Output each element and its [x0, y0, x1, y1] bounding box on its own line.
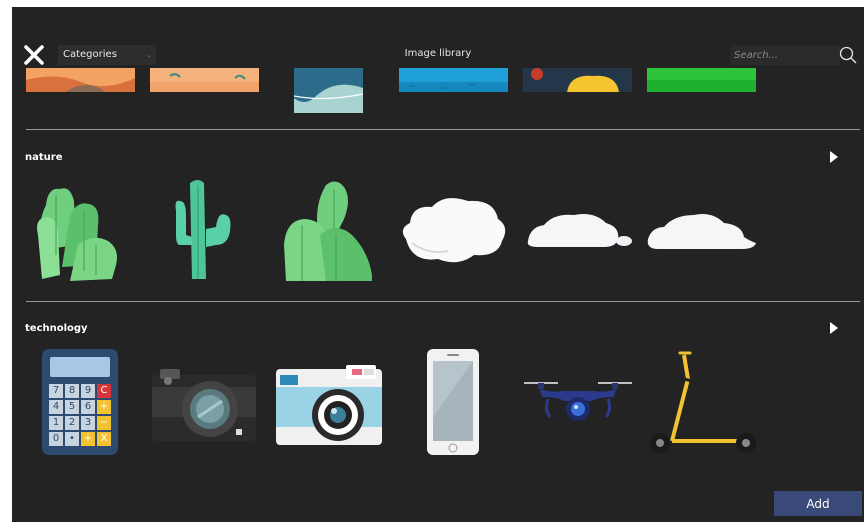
background-thumbnail-beach[interactable] — [150, 68, 259, 92]
nature-item-prickly-cactus[interactable] — [276, 175, 384, 283]
calculator-key: 3 — [81, 416, 95, 430]
nature-item-cloud-large[interactable] — [398, 189, 508, 269]
calculator-key: 1 — [49, 416, 63, 430]
calculator-key: 7 — [49, 384, 63, 398]
search-icon[interactable] — [838, 45, 858, 65]
calculator-key: + — [97, 400, 111, 414]
background-thumbnail-desert-sunset[interactable] — [26, 68, 135, 92]
section-title-nature: nature — [25, 152, 63, 163]
background-thumbnail-sea[interactable] — [399, 68, 508, 92]
calculator-key: + — [81, 432, 95, 446]
calculator-key: 4 — [49, 400, 63, 414]
add-button[interactable]: Add — [774, 491, 862, 516]
calculator-key: 0 — [49, 432, 63, 446]
calculator-key: 2 — [65, 416, 79, 430]
play-icon[interactable] — [830, 151, 838, 163]
header-bar: Categories ⌄ Image library — [12, 7, 864, 69]
technology-item-smartphone[interactable] — [425, 347, 481, 457]
background-thumbnail-planets[interactable] — [523, 68, 632, 92]
section-divider — [26, 301, 860, 302]
calculator-key: − — [97, 416, 111, 430]
section-title-technology: technology — [25, 323, 88, 334]
calculator-keypad: 7 8 9 C 4 5 6 + 1 2 3 − 0 • + X — [49, 384, 113, 446]
nature-item-cactus-cluster[interactable] — [26, 175, 134, 283]
section-divider — [26, 129, 860, 130]
technology-item-instant-camera[interactable] — [274, 361, 384, 447]
calculator-key: 8 — [65, 384, 79, 398]
search-input[interactable] — [730, 45, 840, 65]
play-icon[interactable] — [830, 322, 838, 334]
nature-item-saguaro-cactus[interactable] — [162, 175, 242, 283]
background-thumbnail-green-field[interactable] — [647, 68, 756, 92]
technology-item-calculator[interactable]: 7 8 9 C 4 5 6 + 1 2 3 − 0 • + X — [40, 347, 120, 457]
calculator-key: 6 — [81, 400, 95, 414]
calculator-key: X — [97, 432, 111, 446]
calculator-key: C — [97, 384, 111, 398]
calculator-key: 9 — [81, 384, 95, 398]
nature-item-cloud-flat[interactable] — [524, 207, 634, 251]
image-library-panel: Categories ⌄ Image library nature — [12, 7, 864, 522]
technology-item-vintage-camera[interactable] — [148, 363, 260, 445]
nature-item-cloud-small[interactable] — [646, 207, 758, 251]
calculator-key: • — [65, 432, 79, 446]
technology-item-drone[interactable] — [522, 375, 634, 425]
calculator-key: 5 — [65, 400, 79, 414]
background-thumbnail-ocean-shore[interactable] — [294, 68, 363, 113]
technology-item-scooter[interactable] — [648, 349, 758, 459]
